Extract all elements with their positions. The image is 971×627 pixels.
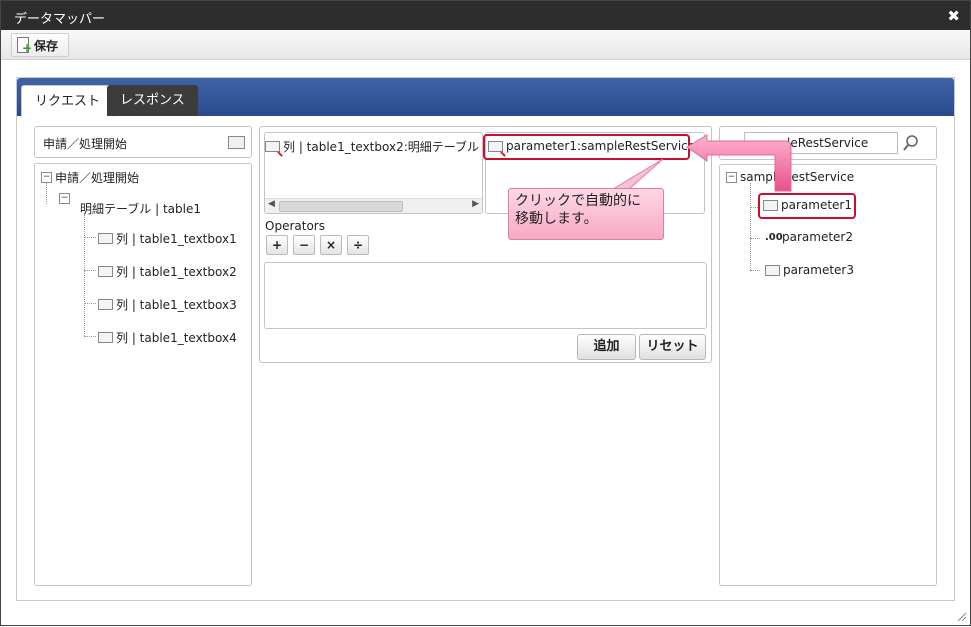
search-input[interactable]: leRestService <box>744 132 898 154</box>
tree-root-label: sampleRestService <box>740 170 855 184</box>
callout-line-2: 移動します。 <box>515 211 598 227</box>
source-field-item[interactable]: 列 | table1_textbox2:明細テーブル | ta <box>265 138 483 155</box>
tree-root-item[interactable]: − sampleRestService <box>726 170 854 184</box>
source-field-box[interactable]: 列 | table1_textbox2:明細テーブル | ta ◀ ▶ <box>264 132 483 214</box>
window-title: データマッパー <box>14 12 106 27</box>
tree-leaf-item[interactable]: 列 | table1_textbox3 <box>98 296 237 313</box>
scroll-right-icon[interactable]: ▶ <box>472 199 479 209</box>
parameter1-highlight <box>758 193 856 219</box>
collapse-icon[interactable]: − <box>726 171 737 183</box>
left-tree-panel: − 申請／処理開始 − 明細テーブル | table1 列 | table1_t… <box>34 163 252 586</box>
multiply-operator-button[interactable]: × <box>320 235 342 255</box>
field-icon <box>98 332 113 343</box>
callout-line-1: クリックで自動的に <box>515 193 641 209</box>
scroll-left-icon[interactable]: ◀ <box>268 199 275 209</box>
tree-leaf-item[interactable]: 列 | table1_textbox4 <box>98 329 237 346</box>
collapse-icon[interactable]: − <box>59 193 70 204</box>
source-field-label: 列 | table1_textbox2:明細テーブル | ta <box>283 140 483 154</box>
tree-root-label: 申請／処理開始 <box>55 171 140 185</box>
field-icon <box>765 264 780 276</box>
close-icon[interactable]: ✖ <box>947 7 960 25</box>
tab-bar: リクエスト レスポンス <box>17 78 954 117</box>
field-error-icon <box>265 141 280 152</box>
field-icon <box>98 299 113 310</box>
horizontal-scrollbar[interactable]: ◀ ▶ <box>265 198 482 213</box>
tree-leaf-item[interactable]: 列 | table1_textbox1 <box>98 230 237 247</box>
left-header-field[interactable]: 申請／処理開始 <box>34 126 252 158</box>
save-button-label: 保存 <box>34 38 59 53</box>
number-type-icon: .00 <box>765 231 783 243</box>
tree-group-label: 明細テーブル | table1 <box>80 202 201 216</box>
operators-label: Operators <box>265 219 325 233</box>
annotation-callout: クリックで自動的に 移動します。 <box>508 188 664 240</box>
tree-root-item[interactable]: − 申請／処理開始 <box>41 169 139 186</box>
right-tree-panel: − sampleRestService <box>719 164 937 586</box>
form-list-icon[interactable] <box>228 136 245 149</box>
minus-operator-button[interactable]: − <box>293 235 315 255</box>
field-icon <box>98 233 113 244</box>
search-input-value: leRestService <box>787 136 869 150</box>
title-bar: データマッパー ✖ <box>1 1 970 30</box>
search-icon[interactable] <box>903 135 919 151</box>
save-button[interactable]: + 保存 <box>11 33 70 57</box>
field-icon <box>98 266 113 277</box>
save-document-icon: + <box>16 37 32 54</box>
tree-leaf-label: 列 | table1_textbox1 <box>116 232 237 246</box>
tree-leaf-label: 列 | table1_textbox3 <box>116 298 237 312</box>
right-search-panel: leRestService <box>719 126 937 160</box>
tree-leaf-item-parameter2[interactable]: .00 parameter2 <box>765 230 853 244</box>
tree-leaf-item[interactable]: 列 | table1_textbox2 <box>98 263 237 280</box>
toolbar: + 保存 <box>1 30 970 60</box>
add-button[interactable]: 追加 <box>577 334 636 360</box>
tree-leaf-item-parameter3[interactable]: parameter3 <box>765 263 854 277</box>
left-header-value: 申請／処理開始 <box>43 137 128 151</box>
scrollbar-thumb[interactable] <box>279 201 403 212</box>
expression-textarea[interactable] <box>264 262 707 329</box>
tree-leaf-label: 列 | table1_textbox4 <box>116 331 237 345</box>
tree-leaf-label: 列 | table1_textbox2 <box>116 265 237 279</box>
target-field-highlight <box>483 134 690 160</box>
tree-leaf-label: parameter2 <box>782 230 853 244</box>
data-mapper-dialog: データマッパー ✖ + 保存 リクエスト レスポンス 申請／処理開始 − 申請／… <box>0 0 971 626</box>
reset-button[interactable]: リセット <box>639 334 706 360</box>
tab-request[interactable]: リクエスト <box>21 85 115 117</box>
tab-response[interactable]: レスポンス <box>107 85 198 116</box>
plus-operator-button[interactable]: + <box>266 235 288 255</box>
tree-leaf-label: parameter3 <box>783 263 854 277</box>
tree-group-item[interactable]: − <box>59 193 70 204</box>
resize-grip-icon[interactable] <box>956 611 966 621</box>
divide-operator-button[interactable]: ÷ <box>347 235 369 255</box>
